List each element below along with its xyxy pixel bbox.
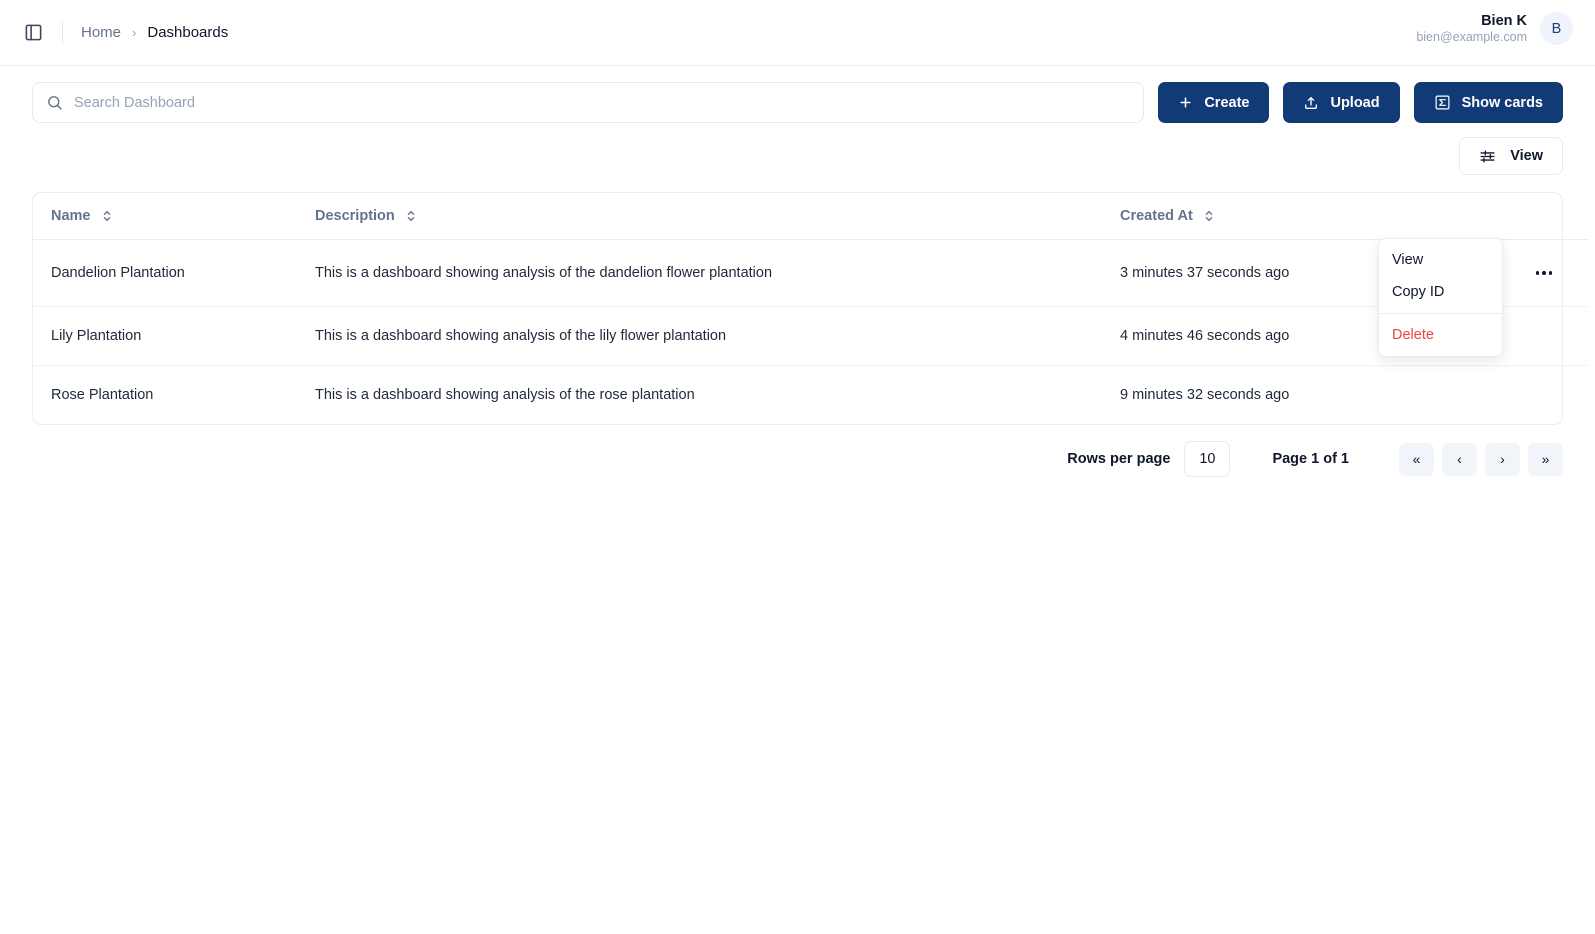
- user-email: bien@example.com: [1416, 29, 1527, 44]
- sliders-icon: [1479, 148, 1496, 165]
- upload-button[interactable]: Upload: [1283, 82, 1400, 123]
- page-indicator: Page 1 of 1: [1272, 451, 1349, 467]
- plus-icon: [1178, 95, 1193, 110]
- pagination-bar: Rows per page 10 Page 1 of 1 « ‹ › »: [0, 425, 1595, 477]
- column-header-created-at-label: Created At: [1120, 208, 1193, 224]
- search-input[interactable]: [74, 94, 1131, 111]
- cell-description: This is a dashboard showing analysis of …: [315, 239, 1120, 307]
- dot: [1542, 271, 1546, 275]
- view-button-row: View: [0, 123, 1595, 175]
- table-body: Dandelion Plantation This is a dashboard…: [33, 239, 1588, 425]
- pager-buttons: « ‹ › »: [1399, 442, 1563, 476]
- toolbar-divider: [62, 21, 63, 44]
- avatar[interactable]: B: [1540, 12, 1573, 45]
- dashboards-table-card: Name Description Created At Dandelion Pl…: [32, 192, 1588, 425]
- cell-name: Rose Plantation: [51, 387, 154, 403]
- sidebar-toggle-button[interactable]: [18, 18, 48, 48]
- upload-icon: [1303, 95, 1319, 111]
- sort-chevrons-icon[interactable]: [405, 209, 417, 223]
- create-button[interactable]: Create: [1158, 82, 1270, 123]
- cell-created-at: 9 minutes 32 seconds ago: [1120, 387, 1290, 403]
- user-menu[interactable]: Bien K bien@example.com B: [1416, 12, 1573, 45]
- show-cards-button-label: Show cards: [1461, 94, 1543, 111]
- sort-chevrons-icon[interactable]: [1203, 209, 1215, 223]
- breadcrumb-item-dashboards: Dashboards: [147, 24, 229, 41]
- column-header-created-at[interactable]: Created At: [1120, 193, 1468, 240]
- action-toolbar: Create Upload Show cards: [0, 66, 1595, 123]
- menu-item-delete[interactable]: Delete: [1379, 319, 1502, 351]
- table-head: Name Description Created At: [33, 193, 1588, 240]
- chevron-right-icon: ›: [132, 25, 137, 40]
- table-row[interactable]: Rose Plantation This is a dashboard show…: [33, 366, 1588, 425]
- sigma-box-icon: [1434, 94, 1451, 111]
- search-field-wrapper[interactable]: [32, 82, 1145, 123]
- previous-page-button[interactable]: ‹: [1442, 442, 1477, 476]
- menu-item-copy-id[interactable]: Copy ID: [1379, 276, 1502, 308]
- cell-name: Lily Plantation: [33, 306, 315, 366]
- row-context-menu[interactable]: View Copy ID Delete: [1378, 238, 1503, 357]
- sort-chevrons-icon[interactable]: [101, 209, 113, 223]
- breadcrumb: Home › Dashboards: [81, 24, 228, 41]
- column-header-name[interactable]: Name: [33, 193, 315, 240]
- top-bar: Home › Dashboards Bien K bien@example.co…: [0, 0, 1595, 66]
- menu-separator: [1379, 313, 1502, 314]
- search-icon: [46, 94, 63, 111]
- view-options-label: View: [1510, 148, 1543, 164]
- cell-name: Dandelion Plantation: [33, 239, 315, 307]
- view-options-button[interactable]: View: [1459, 137, 1563, 175]
- user-name: Bien K: [1481, 12, 1527, 29]
- table-row[interactable]: Dandelion Plantation This is a dashboard…: [33, 239, 1588, 307]
- rows-per-page-select[interactable]: 10: [1184, 441, 1231, 477]
- column-header-actions: [1468, 193, 1588, 240]
- column-header-description-label: Description: [315, 208, 395, 224]
- row-actions-menu-button[interactable]: [1530, 261, 1558, 285]
- cell-description: This is a dashboard showing analysis of …: [315, 387, 695, 403]
- cell-actions: [1468, 366, 1588, 425]
- create-button-label: Create: [1204, 94, 1250, 111]
- show-cards-button[interactable]: Show cards: [1413, 82, 1563, 123]
- cell-description: This is a dashboard showing analysis of …: [315, 306, 1120, 366]
- breadcrumb-item-home[interactable]: Home: [81, 24, 121, 41]
- table-header-row: Name Description Created At: [33, 193, 1588, 240]
- rows-per-page-label: Rows per page: [1067, 451, 1171, 467]
- dot: [1548, 271, 1553, 275]
- table-row[interactable]: Lily Plantation This is a dashboard show…: [33, 306, 1588, 366]
- menu-item-view[interactable]: View: [1379, 244, 1502, 276]
- upload-button-label: Upload: [1330, 94, 1380, 111]
- column-header-name-label: Name: [51, 208, 91, 224]
- first-page-button[interactable]: «: [1399, 442, 1434, 476]
- dot: [1535, 271, 1540, 275]
- panel-toggle-icon: [24, 23, 43, 42]
- column-header-description[interactable]: Description: [315, 193, 1120, 240]
- dashboards-table: Name Description Created At Dandelion Pl…: [33, 193, 1588, 424]
- last-page-button[interactable]: »: [1528, 442, 1563, 476]
- next-page-button[interactable]: ›: [1485, 442, 1520, 476]
- user-info: Bien K bien@example.com: [1416, 13, 1527, 45]
